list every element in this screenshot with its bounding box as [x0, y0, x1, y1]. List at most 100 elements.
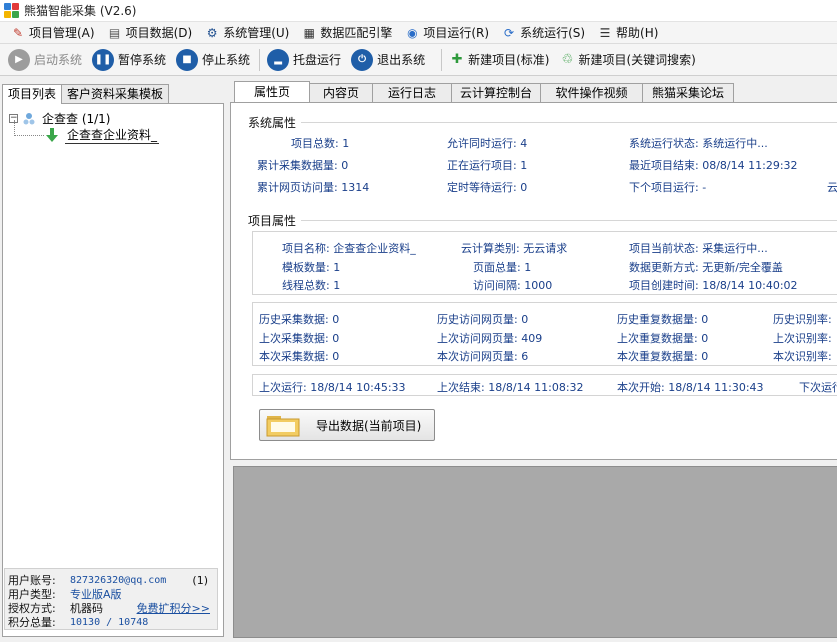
toolbar-separator: [441, 48, 443, 71]
section-divider: [301, 220, 837, 221]
project-tree-panel: − 企查查 (1/1) 企查查企业资料_ 用户账号: 827326320@qq.…: [2, 103, 224, 637]
window-title: 熊猫智能采集 (V2.6): [24, 4, 137, 18]
project-manage-icon: ✎: [12, 25, 24, 40]
history-duplicates: 历史重复数据量: 0: [617, 313, 709, 326]
tray-run-button[interactable]: ▂ 托盘运行: [263, 46, 347, 74]
points-total-label: 积分总量:: [8, 616, 56, 629]
project-current-status: 项目当前状态: 采集运行中...: [629, 242, 768, 255]
stop-system-button[interactable]: ■ 停止系统: [172, 46, 256, 74]
truncated-cloud-label: 云: [827, 181, 837, 194]
menu-project-manage[interactable]: ✎ 项目管理(A): [6, 23, 103, 43]
tab-tutorial-video[interactable]: 软件操作视频: [540, 83, 643, 102]
help-icon: ☰: [599, 25, 611, 40]
cloud-type: 云计算类别: 无云请求: [461, 242, 568, 255]
user-account-value: 827326320@qq.com: [70, 574, 167, 586]
exit-system-button[interactable]: ⏻ 退出系统: [347, 46, 431, 74]
section-divider: [301, 122, 837, 123]
right-tab-strip: 属性页 内容页 运行日志 云计算控制台 软件操作视频 熊猫采集论坛: [234, 81, 734, 103]
new-project-keyword-button[interactable]: ♲ 新建项目(关键词搜索): [555, 46, 701, 74]
menu-system-manage[interactable]: ⚙ 系统管理(U): [200, 23, 297, 43]
stats-group: 历史采集数据: 0 历史访问网页量: 0 历史重复数据量: 0 历史识别率: 上…: [252, 302, 837, 366]
menu-project-data[interactable]: ▤ 项目数据(D): [103, 23, 201, 43]
template-count: 模板数量: 1: [282, 261, 341, 274]
toolbar: ▶ 启动系统 ❚❚ 暂停系统 ■ 停止系统 ▂ 托盘运行 ⏻ 退出系统 ✚ 新建…: [0, 44, 837, 76]
free-points-link[interactable]: 免费扩积分>>: [137, 600, 210, 616]
user-account-count: (1): [192, 573, 208, 587]
keyword-search-icon: ♲: [561, 52, 574, 67]
properties-panel: 系统属性 项目总数: 1 允许同时运行: 4 系统运行状态: 系统运行中... …: [230, 102, 837, 460]
next-run-time: 下次运行:: [799, 381, 837, 394]
menu-data-match[interactable]: ▦ 数据匹配引擎: [297, 23, 400, 43]
timed-waiting: 定时等待运行: 0: [447, 181, 528, 194]
current-visits: 本次访问网页量: 6: [437, 350, 529, 363]
minimize-to-tray-icon: ▂: [267, 48, 290, 71]
auth-method-value: 机器码: [70, 602, 103, 615]
export-data-button[interactable]: 导出数据(当前项目): [259, 409, 435, 441]
system-props-title: 系统属性: [248, 116, 297, 130]
tab-forum[interactable]: 熊猫采集论坛: [642, 83, 734, 102]
account-info-box: 用户账号: 827326320@qq.com (1) 用户类型: 专业版A版 授…: [4, 568, 218, 630]
last-recognition-rate: 上次识别率:: [773, 332, 832, 345]
accumulated-data: 累计采集数据量: 0: [257, 159, 349, 172]
left-tab-strip: 项目列表 客户资料采集模板: [2, 84, 170, 104]
points-total-value: 10130 / 10748: [70, 616, 149, 628]
this-start-time: 本次开始: 18/8/14 11:30:43: [617, 381, 764, 394]
stop-icon: ■: [176, 48, 199, 71]
play-icon: ▶: [8, 48, 30, 71]
power-icon: ⏻: [351, 48, 374, 71]
last-duplicates: 上次重复数据量: 0: [617, 332, 709, 345]
tree-connector: [14, 120, 15, 136]
project-created-time: 项目创建时间: 18/8/14 10:40:02: [629, 279, 798, 292]
tab-customer-template[interactable]: 客户资料采集模板: [61, 84, 170, 103]
title-bar: 熊猫智能采集 (V2.6): [0, 0, 837, 22]
running-projects: 正在运行项目: 1: [447, 159, 528, 172]
visit-interval: 访问间隔: 1000: [473, 279, 553, 292]
current-recognition-rate: 本次识别率:: [773, 350, 832, 363]
new-project-standard-button[interactable]: ✚ 新建项目(标准): [445, 46, 555, 74]
start-system-button[interactable]: ▶ 启动系统: [4, 46, 88, 74]
menu-system-run[interactable]: ⟳ 系统运行(S): [497, 23, 593, 43]
menu-bar: ✎ 项目管理(A) ▤ 项目数据(D) ⚙ 系统管理(U) ▦ 数据匹配引擎 ◉…: [0, 22, 837, 44]
system-run-icon: ⟳: [504, 25, 515, 40]
tab-properties[interactable]: 属性页: [234, 81, 310, 102]
empty-content-area: [233, 466, 837, 638]
tree-root-label: 企查查 (1/1): [42, 112, 111, 126]
accumulated-visits: 累计网页访问量: 1314: [257, 181, 370, 194]
tab-project-list[interactable]: 项目列表: [2, 84, 63, 104]
tree-root-node[interactable]: − 企查查 (1/1): [9, 110, 111, 127]
thread-total: 线程总数: 1: [282, 279, 341, 292]
download-arrow-icon: [46, 128, 58, 142]
tab-content[interactable]: 内容页: [309, 83, 373, 102]
history-data: 历史采集数据: 0: [259, 313, 340, 326]
page-total: 页面总量: 1: [473, 261, 532, 274]
cluster-icon: [23, 112, 35, 124]
allow-concurrent: 允许同时运行: 4: [447, 137, 528, 150]
folder-icon: [266, 416, 300, 437]
system-status: 系统运行状态: 系统运行中...: [629, 137, 768, 150]
pause-system-button[interactable]: ❚❚ 暂停系统: [88, 46, 172, 74]
menu-project-run[interactable]: ◉ 项目运行(R): [400, 23, 497, 43]
current-duplicates: 本次重复数据量: 0: [617, 350, 709, 363]
export-data-label: 导出数据(当前项目): [316, 418, 422, 433]
tree-connector: [14, 135, 44, 136]
history-visits: 历史访问网页量: 0: [437, 313, 529, 326]
last-project-end: 最近项目结束: 08/8/14 11:29:32: [629, 159, 798, 172]
current-data: 本次采集数据: 0: [259, 350, 340, 363]
project-run-icon: ◉: [407, 25, 418, 40]
history-recognition-rate: 历史识别率:: [773, 313, 832, 326]
tab-cloud-console[interactable]: 云计算控制台: [451, 83, 541, 102]
pause-icon: ❚❚: [92, 48, 115, 71]
tab-run-log[interactable]: 运行日志: [372, 83, 452, 102]
data-match-icon: ▦: [303, 25, 316, 40]
last-visits: 上次访问网页量: 409: [437, 332, 543, 345]
app-logo-icon: [4, 2, 20, 19]
menu-help[interactable]: ☰ 帮助(H): [593, 23, 666, 43]
run-times-group: 上次运行: 18/8/14 10:45:33 上次结束: 18/8/14 11:…: [252, 374, 837, 396]
project-name: 项目名称: 企查查企业资料_: [282, 242, 416, 255]
new-project-icon: ✚: [451, 52, 463, 67]
tree-project-node[interactable]: 企查查企业资料_: [45, 126, 160, 144]
project-data-icon: ▤: [108, 25, 121, 40]
project-props-title: 项目属性: [248, 214, 297, 228]
last-data: 上次采集数据: 0: [259, 332, 340, 345]
toolbar-separator: [259, 48, 261, 71]
